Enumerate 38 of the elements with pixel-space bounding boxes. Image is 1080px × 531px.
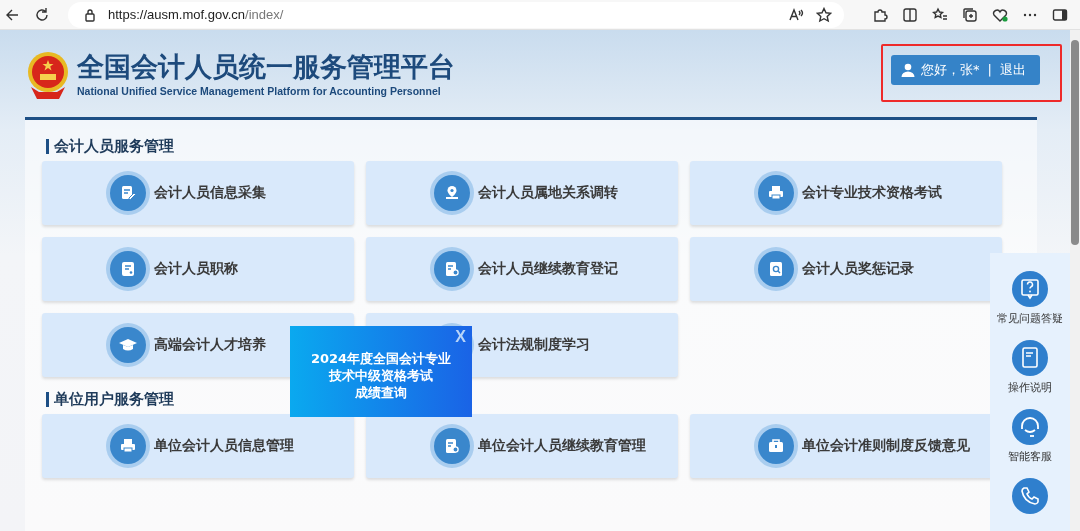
service-card[interactable]: 会计人员属地关系调转 (366, 161, 678, 225)
emblem-icon (25, 50, 71, 101)
phone-icon[interactable] (1012, 478, 1048, 514)
side-link[interactable]: 常见问题答疑 (997, 311, 1063, 326)
service-card[interactable]: 单位会计人员信息管理 (42, 414, 354, 478)
scrollbar-thumb[interactable] (1071, 40, 1079, 245)
service-card[interactable]: 会计人员信息采集 (42, 161, 354, 225)
favorites-icon[interactable] (932, 6, 948, 23)
heart-pulse-icon[interactable] (992, 6, 1008, 23)
sidebar-icon[interactable] (1052, 6, 1068, 23)
side-link[interactable]: 操作说明 (1008, 380, 1052, 395)
service-card[interactable]: 单位会计人员继续教育管理 (366, 414, 678, 478)
logout-link[interactable]: 退出 (1000, 60, 1026, 79)
side-link[interactable]: 智能客服 (1008, 449, 1052, 464)
read-aloud-icon[interactable] (788, 6, 804, 23)
site-title: 全国会计人员统一服务管理平台 (77, 50, 455, 83)
site-subtitle: National Unified Service Management Platform for Accounting Personnel (77, 84, 442, 97)
split-screen-icon[interactable] (902, 6, 918, 23)
refresh-icon[interactable] (34, 6, 50, 23)
address-bar[interactable]: https://ausm.mof.gov.cn/index/ (68, 1, 844, 28)
collections-icon[interactable] (962, 6, 978, 23)
promo-dialog[interactable]: X 2024年度全国会计专业 技术中级资格考试 成绩查询 (290, 326, 472, 417)
book-icon[interactable] (1012, 340, 1048, 376)
service-card[interactable]: 会计人员奖惩记录 (690, 237, 1002, 301)
service-card[interactable]: 会计人员继续教育登记 (366, 237, 678, 301)
scrollbar[interactable] (1070, 30, 1080, 531)
service-card[interactable]: 会计人员职称 (42, 237, 354, 301)
star-icon[interactable] (816, 6, 832, 23)
greeting-text: 您好，张* (921, 60, 980, 79)
service-card[interactable]: 会计专业技术资格考试 (690, 161, 1002, 225)
user-icon (901, 62, 916, 77)
url-text: https://ausm.mof.gov.cn/index/ (108, 7, 284, 22)
headset-icon[interactable] (1012, 409, 1048, 445)
lock-icon (84, 7, 96, 22)
puzzle-icon[interactable] (872, 6, 888, 23)
separator: | (987, 62, 992, 77)
question-icon[interactable] (1012, 271, 1048, 307)
section-title: 会计人员服务管理 (46, 139, 1020, 154)
